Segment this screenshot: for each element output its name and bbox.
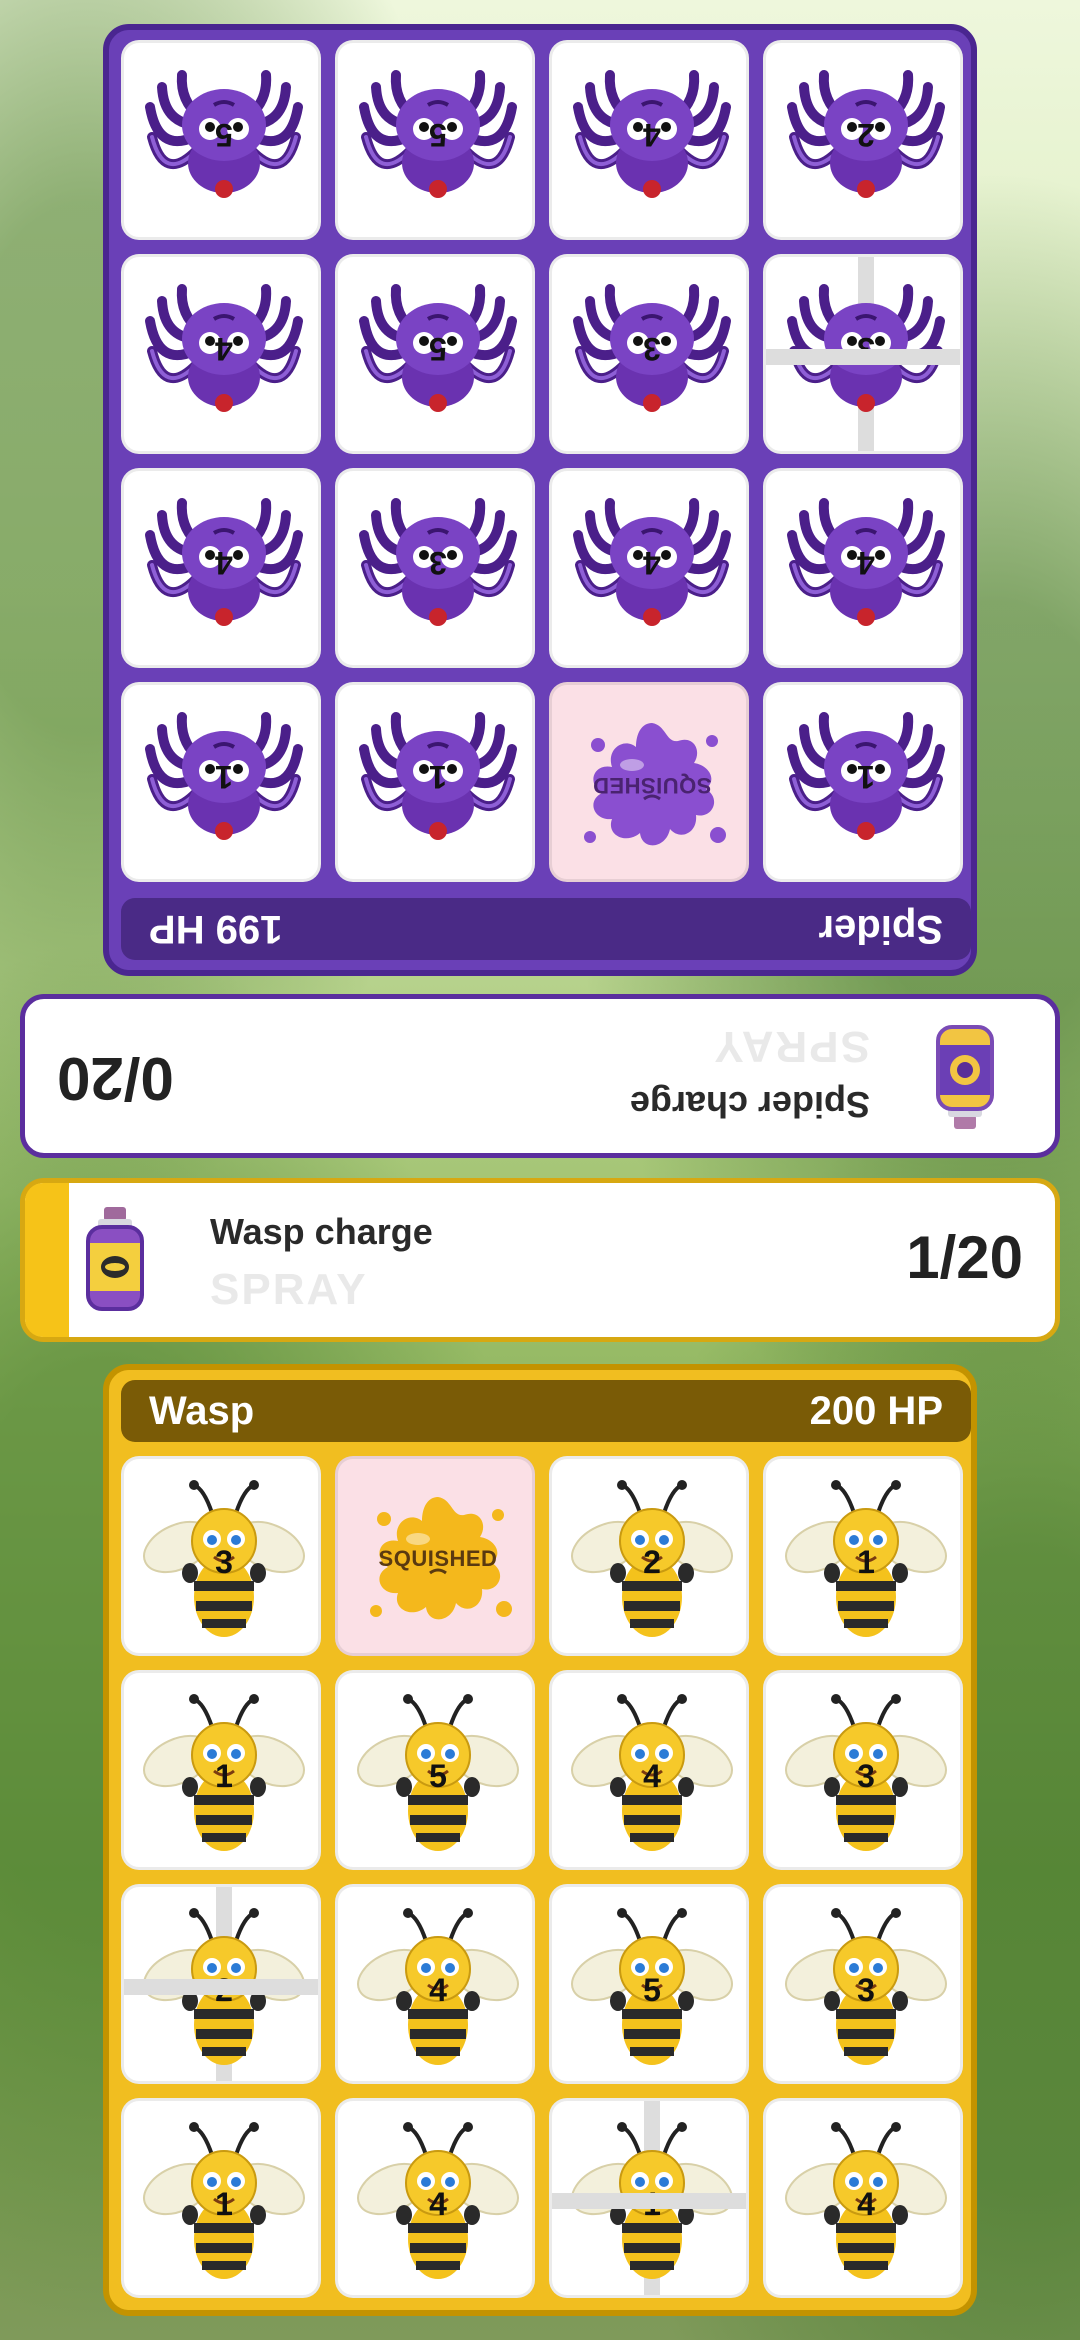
spider-charge-count: 0/20 — [57, 1045, 174, 1112]
wasp-cell[interactable]: 1 — [549, 2098, 749, 2298]
spider-charge-title: Spider charge — [629, 1084, 870, 1125]
spider-hit-count: 2 — [857, 117, 875, 154]
wasp-cell[interactable]: 4 — [335, 2098, 535, 2298]
wasp-hit-count: 5 — [643, 1971, 661, 2008]
wasp-cell[interactable]: 1 — [121, 2098, 321, 2298]
spider-spray-label: SPRAY — [712, 1022, 870, 1071]
wasp-hit-count: 1 — [215, 1757, 233, 1794]
squished-label: SQUISHED — [378, 1546, 498, 1571]
wasp-hit-count: 3 — [857, 1757, 875, 1794]
spider-hit-count: 3 — [429, 545, 447, 582]
spider-spray-can-icon — [936, 1025, 994, 1129]
spider-cell[interactable]: 5 — [335, 40, 535, 240]
wasp-cell[interactable]: 4 — [335, 1884, 535, 2084]
wasp-cell[interactable]: 3 — [763, 1884, 963, 2084]
wasp-hit-count: 4 — [643, 1757, 661, 1794]
wasp-cell[interactable]: 1 — [121, 1670, 321, 1870]
spider-hit-count: 4 — [215, 331, 233, 368]
wasp-cell[interactable]: 1 — [763, 1456, 963, 1656]
wasp-spray-card[interactable]: Wasp charge SPRAY 1/20 — [20, 1178, 1060, 1342]
wasp-board: Wasp 200 HP 3 SQUISHED 2 1 1 5 4 3 2 4 5… — [103, 1364, 977, 2316]
wasp-spray-can-icon — [86, 1207, 144, 1311]
spider-name: Spider — [818, 907, 943, 952]
wasp-hit-count: 4 — [429, 2185, 447, 2222]
spider-cell[interactable]: SQUISHED — [549, 682, 749, 882]
spider-board: 5 5 4 2 4 5 3 3 4 3 4 4 1 1 SQUISHED 1 S… — [103, 24, 977, 976]
wasp-cell[interactable]: 3 — [121, 1456, 321, 1656]
spider-cell[interactable]: 5 — [121, 40, 321, 240]
spider-hit-count: 1 — [215, 759, 233, 796]
spider-cell[interactable]: 4 — [549, 468, 749, 668]
spider-cell[interactable]: 1 — [121, 682, 321, 882]
spider-hit-count: 5 — [429, 331, 447, 368]
spider-cell[interactable]: 3 — [335, 468, 535, 668]
spider-cell[interactable]: 4 — [121, 254, 321, 454]
wasp-hit-count: 5 — [429, 1757, 447, 1794]
wasp-cell[interactable]: 4 — [763, 2098, 963, 2298]
spider-hit-count: 4 — [215, 545, 233, 582]
spider-hit-count: 5 — [215, 117, 233, 154]
wasp-hp-bar: Wasp 200 HP — [121, 1380, 971, 1442]
spider-spray-card[interactable]: Spider charge SPRAY 0/20 — [20, 994, 1060, 1158]
wasp-hit-count: 2 — [643, 1543, 661, 1580]
wasp-hit-count: 3 — [857, 1971, 875, 2008]
spider-cell[interactable]: 4 — [121, 468, 321, 668]
wasp-charge-title: Wasp charge — [210, 1211, 433, 1252]
squished-label: SQUISHED — [592, 773, 712, 798]
spider-hp: 199 HP — [149, 907, 283, 952]
wasp-hit-count: 1 — [215, 2185, 233, 2222]
wasp-cell[interactable]: 5 — [549, 1884, 749, 2084]
spider-cell[interactable]: 3 — [763, 254, 963, 454]
spider-hp-bar: Spider 199 HP — [121, 898, 971, 960]
wasp-hit-count: 4 — [857, 2185, 875, 2222]
spider-cell[interactable]: 1 — [763, 682, 963, 882]
spider-hit-count: 4 — [857, 545, 875, 582]
spider-hit-count: 3 — [643, 331, 661, 368]
wasp-hit-count: 4 — [429, 1971, 447, 2008]
wasp-cell[interactable]: 2 — [549, 1456, 749, 1656]
wasp-grid: 3 SQUISHED 2 1 1 5 4 3 2 4 5 3 1 4 1 4 — [121, 1456, 963, 2298]
spider-hit-count: 5 — [429, 117, 447, 154]
wasp-name: Wasp — [149, 1388, 255, 1433]
spider-cell[interactable]: 1 — [335, 682, 535, 882]
wasp-hit-count: 1 — [857, 1543, 875, 1580]
wasp-hit-count: 3 — [215, 1543, 233, 1580]
wasp-spray-label: SPRAY — [210, 1265, 368, 1314]
wasp-cell[interactable]: 5 — [335, 1670, 535, 1870]
spider-hit-count: 4 — [643, 545, 661, 582]
wasp-hit-count: 1 — [643, 2185, 661, 2222]
spider-hit-count: 1 — [429, 759, 447, 796]
spider-hit-count: 4 — [643, 117, 661, 154]
wasp-cell[interactable]: 3 — [763, 1670, 963, 1870]
wasp-card-stripe — [25, 1183, 69, 1337]
spider-cell[interactable]: 5 — [335, 254, 535, 454]
spider-cell[interactable]: 3 — [549, 254, 749, 454]
spider-cell[interactable]: 4 — [549, 40, 749, 240]
spider-cell[interactable]: 4 — [763, 468, 963, 668]
wasp-charge-count: 1/20 — [906, 1224, 1023, 1291]
wasp-hp: 200 HP — [809, 1388, 943, 1433]
wasp-cell[interactable]: 2 — [121, 1884, 321, 2084]
spider-cell[interactable]: 2 — [763, 40, 963, 240]
spider-hit-count: 1 — [857, 759, 875, 796]
wasp-cell[interactable]: 4 — [549, 1670, 749, 1870]
spider-hit-count: 3 — [857, 331, 875, 368]
spider-grid: 5 5 4 2 4 5 3 3 4 3 4 4 1 1 SQUISHED 1 — [121, 40, 963, 882]
wasp-cell[interactable]: SQUISHED — [335, 1456, 535, 1656]
wasp-hit-count: 2 — [215, 1971, 233, 2008]
